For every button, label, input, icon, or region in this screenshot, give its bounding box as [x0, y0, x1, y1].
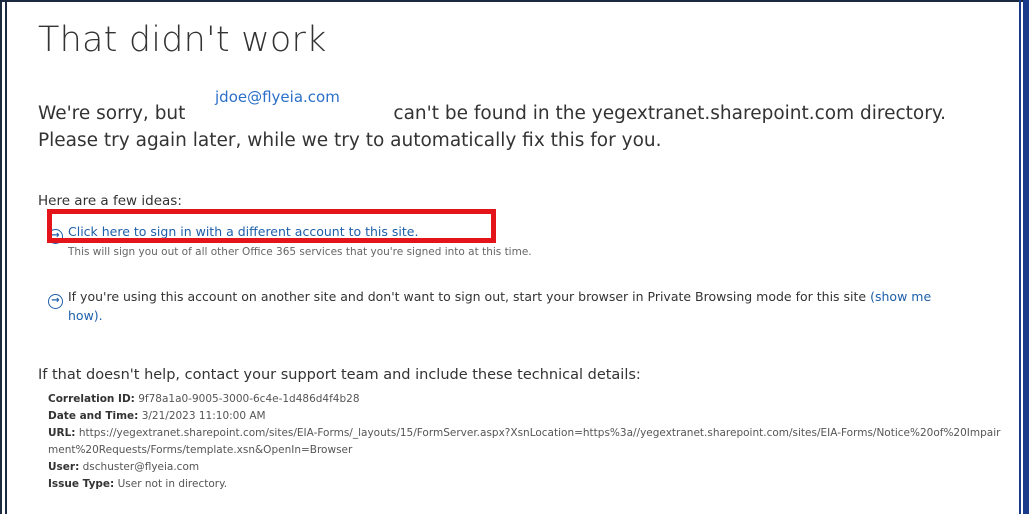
- show-me-how-link-continued[interactable]: how).: [68, 308, 103, 323]
- error-message-prefix: We're sorry, but: [38, 103, 186, 124]
- highlight-box: [47, 209, 496, 243]
- private-browsing-text: If you're using this account on another …: [68, 289, 867, 304]
- url-value: https://yegextranet.sharepoint.com/sites…: [48, 427, 1001, 456]
- private-browsing-idea: → If you're using this account on another…: [48, 288, 1008, 309]
- user-row: User: dschuster@flyeia.com: [48, 459, 1008, 476]
- frame-border-right: [1023, 0, 1029, 514]
- url-label: URL:: [48, 427, 76, 439]
- page-title: That didn't work: [38, 20, 327, 60]
- date-time-row: Date and Time: 3/21/2023 11:10:00 AM: [48, 408, 1008, 425]
- error-message-line2: Please try again later, while we try to …: [38, 130, 662, 151]
- frame-border-top: [0, 0, 1029, 2]
- sign-in-link-description: This will sign you out of all other Offi…: [68, 246, 532, 258]
- frame-border-left-inner: [5, 0, 7, 514]
- error-message-line1: We're sorry, but can't be found in the ye…: [38, 103, 946, 124]
- show-me-how-link[interactable]: (show me: [870, 289, 931, 304]
- support-help-text: If that doesn't help, contact your suppo…: [38, 367, 641, 383]
- frame-border-right-inner: [1019, 0, 1021, 514]
- date-time-label: Date and Time:: [48, 410, 139, 422]
- user-email-annotation: jdoe@flyeia.com: [215, 88, 340, 106]
- issue-type-label: Issue Type:: [48, 478, 115, 490]
- frame-border-left: [0, 0, 2, 514]
- correlation-id-label: Correlation ID:: [48, 393, 135, 405]
- correlation-id-row: Correlation ID: 9f78a1a0-9005-3000-6c4e-…: [48, 391, 1008, 408]
- error-message-suffix: can't be found in the yegextranet.sharep…: [393, 103, 947, 124]
- ideas-heading: Here are a few ideas:: [38, 193, 182, 209]
- correlation-id-value: 9f78a1a0-9005-3000-6c4e-1d486d4f4b28: [138, 393, 360, 405]
- user-label: User:: [48, 461, 80, 473]
- issue-type-value: User not in directory.: [117, 478, 228, 490]
- technical-details: Correlation ID: 9f78a1a0-9005-3000-6c4e-…: [48, 391, 1008, 493]
- url-row: URL: https://yegextranet.sharepoint.com/…: [48, 425, 1008, 459]
- user-value: dschuster@flyeia.com: [82, 461, 200, 473]
- arrow-circle-right-icon: →: [48, 294, 63, 309]
- date-time-value: 3/21/2023 11:10:00 AM: [141, 410, 266, 422]
- issue-type-row: Issue Type: User not in directory.: [48, 476, 1008, 493]
